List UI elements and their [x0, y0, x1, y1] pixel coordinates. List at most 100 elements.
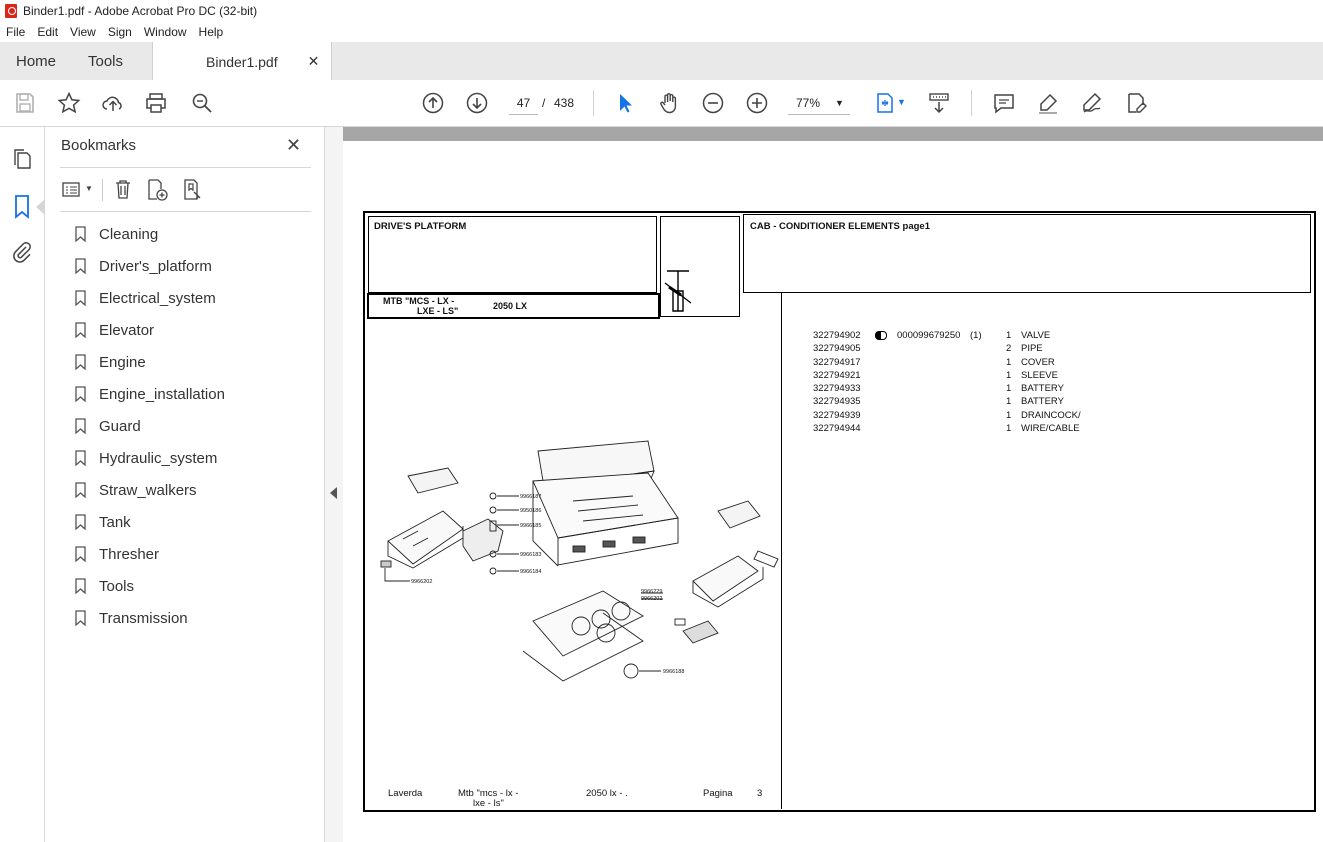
tab-document[interactable]: Binder1.pdf ✕	[152, 42, 332, 81]
bookmark-panel-icon[interactable]	[10, 194, 34, 220]
model-code: 2050 LX	[493, 301, 528, 311]
menu-window[interactable]: Window	[138, 25, 193, 39]
menu-view[interactable]: View	[64, 25, 102, 39]
bookmark-item[interactable]: Tools	[75, 576, 134, 596]
part-qty: 2	[1006, 343, 1012, 355]
bookmark-item[interactable]: Straw_walkers	[75, 480, 197, 500]
part-header-box: CAB - CONDITIONER ELEMENTS page1	[743, 214, 1311, 293]
exploded-parts-drawing: 9966187 9950186 9966185 9966183 9966184 …	[380, 440, 779, 682]
tab-home-label: Home	[16, 52, 57, 70]
window-title: Binder1.pdf - Adobe Acrobat Pro DC (32-b…	[23, 4, 258, 18]
previous-page-icon[interactable]	[420, 90, 446, 116]
bookmark-icon	[75, 450, 86, 466]
bookmark-item[interactable]: Transmission	[75, 608, 188, 628]
bookmarks-panel: Bookmarks ✕ ▼ Cleaning Driver's_platform…	[45, 127, 325, 842]
chevron-down-icon: ▼	[835, 98, 844, 108]
print-icon[interactable]	[143, 90, 169, 116]
callout-label: 9966202	[411, 579, 432, 585]
bookmark-item[interactable]: Tank	[75, 512, 131, 532]
part-code: 322794917	[813, 356, 861, 368]
delete-bookmark-icon[interactable]	[112, 178, 134, 200]
bookmark-icon	[75, 258, 86, 274]
bookmark-label: Tank	[99, 513, 131, 531]
select-cursor-icon[interactable]	[612, 90, 638, 116]
bookmark-item[interactable]: Thresher	[75, 544, 159, 564]
footer-model-b: lxe - ls"	[473, 798, 504, 809]
bookmark-item[interactable]: Engine_installation	[75, 384, 225, 404]
panel-divider	[60, 167, 311, 168]
page-fit-dropdown-icon[interactable]: ▼	[897, 97, 906, 107]
bookmark-label: Engine	[99, 353, 146, 371]
tab-tools[interactable]: Tools	[88, 42, 123, 80]
save-icon[interactable]	[12, 90, 38, 116]
paperclip-icon[interactable]	[10, 240, 34, 264]
page-separator: /	[542, 96, 546, 110]
close-tab-icon[interactable]: ✕	[308, 53, 320, 70]
parts-list: 322794902 000099679250 (1) 1 VALVE 32279…	[813, 330, 1113, 436]
page-number-input[interactable]: 47	[509, 92, 538, 115]
bookmark-icon	[75, 354, 86, 370]
close-panel-icon[interactable]: ✕	[286, 135, 301, 156]
active-pointer	[36, 200, 44, 214]
menu-sign[interactable]: Sign	[102, 25, 138, 39]
comment-icon[interactable]	[991, 90, 1017, 116]
zoom-search-icon[interactable]	[189, 90, 215, 116]
valve-symbol-icon	[664, 270, 692, 312]
bookmark-item[interactable]: Elevator	[75, 320, 154, 340]
toolbar-divider	[971, 90, 972, 116]
part-code: 322794939	[813, 409, 861, 421]
bookmark-label: Transmission	[99, 609, 188, 627]
toolbar-divider	[593, 90, 594, 116]
scroll-mode-icon[interactable]	[926, 90, 952, 116]
part-code: 322794902	[813, 330, 861, 341]
bookmark-label: Engine_installation	[99, 385, 225, 403]
bookmark-item[interactable]: Driver's_platform	[75, 256, 212, 276]
part-code: 322794933	[813, 383, 861, 395]
bookmark-item[interactable]: Hydraulic_system	[75, 448, 217, 468]
hand-tool-icon[interactable]	[656, 90, 682, 116]
model-line-2: LXE - LS"	[417, 306, 459, 316]
bookmark-item[interactable]: Electrical_system	[75, 288, 216, 308]
menu-edit[interactable]: Edit	[31, 25, 64, 39]
draw-pencil-icon[interactable]	[1079, 90, 1105, 116]
model-box: MTB "MCS - LX - LXE - LS" 2050 LX	[367, 293, 660, 319]
bookmark-item[interactable]: Engine	[75, 352, 146, 372]
toolbar-divider	[102, 179, 103, 201]
zoom-in-icon[interactable]	[744, 90, 770, 116]
part-code: 322794905	[813, 343, 861, 355]
list-item: 322794933 1 BATTERY	[813, 383, 1113, 396]
highlight-pen-icon[interactable]	[1035, 90, 1061, 116]
bookmark-icon	[75, 418, 86, 434]
zoom-level-value: 77%	[796, 96, 821, 110]
tab-home[interactable]: Home	[16, 42, 56, 80]
bookmark-item[interactable]: Cleaning	[75, 224, 158, 244]
star-icon[interactable]	[56, 90, 82, 116]
menu-help[interactable]: Help	[193, 25, 230, 39]
panel-collapse-handle[interactable]	[325, 127, 343, 842]
bookmark-icon	[75, 514, 86, 530]
collapse-arrow-icon[interactable]	[330, 487, 337, 499]
next-page-icon[interactable]	[464, 90, 490, 116]
new-bookmark-icon[interactable]	[145, 178, 169, 202]
zoom-out-icon[interactable]	[700, 90, 726, 116]
part-desc: BATTERY	[1021, 396, 1064, 408]
toolbar: 47 / 438 77% ▼ ▼	[0, 80, 1323, 127]
tab-tools-label: Tools	[88, 52, 124, 70]
list-item: 322794935 1 BATTERY	[813, 396, 1113, 409]
page-fit-icon[interactable]	[872, 90, 898, 116]
options-dropdown-icon[interactable]: ▼	[85, 184, 93, 193]
find-bookmark-icon[interactable]	[181, 178, 205, 202]
upload-cloud-icon[interactable]	[100, 90, 126, 116]
part-code: 322794944	[813, 423, 861, 435]
bookmark-item[interactable]: Guard	[75, 416, 141, 436]
part-desc: DRAINCOCK/	[1021, 409, 1081, 421]
pdf-page[interactable]: DRIVE'S PLATFORM MTB "MCS - LX - LXE - L…	[343, 141, 1323, 842]
menu-file[interactable]: File	[0, 25, 31, 39]
callout-label: 9966187	[520, 494, 541, 500]
callout-label: 9966183	[520, 552, 541, 558]
fill-sign-icon[interactable]	[1123, 90, 1149, 116]
callout-label: 9966185	[520, 523, 541, 529]
zoom-level-select[interactable]: 77% ▼	[788, 92, 850, 115]
bookmark-options-icon[interactable]	[61, 179, 83, 201]
page-thumbnails-icon[interactable]	[10, 147, 34, 171]
